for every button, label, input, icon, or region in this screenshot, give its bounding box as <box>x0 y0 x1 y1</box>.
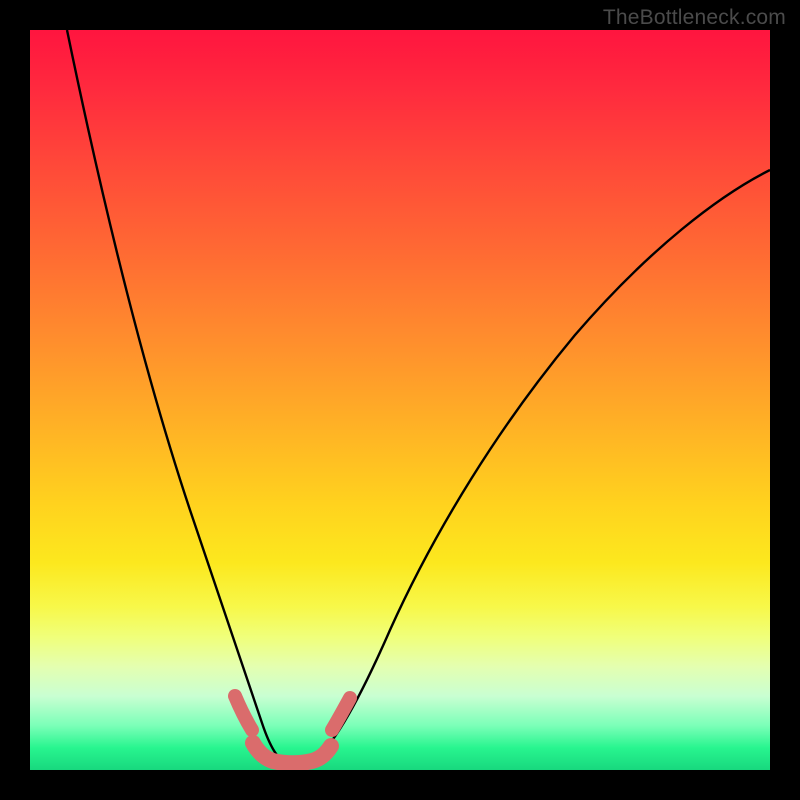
watermark-text: TheBottleneck.com <box>603 6 786 30</box>
chart-svg <box>30 30 770 770</box>
right-marker-cluster <box>332 698 350 730</box>
curve-left <box>67 30 288 765</box>
chart-frame: TheBottleneck.com <box>0 0 800 800</box>
curve-right <box>310 170 770 764</box>
left-marker-cluster <box>235 696 252 730</box>
valley-marker <box>253 743 331 763</box>
